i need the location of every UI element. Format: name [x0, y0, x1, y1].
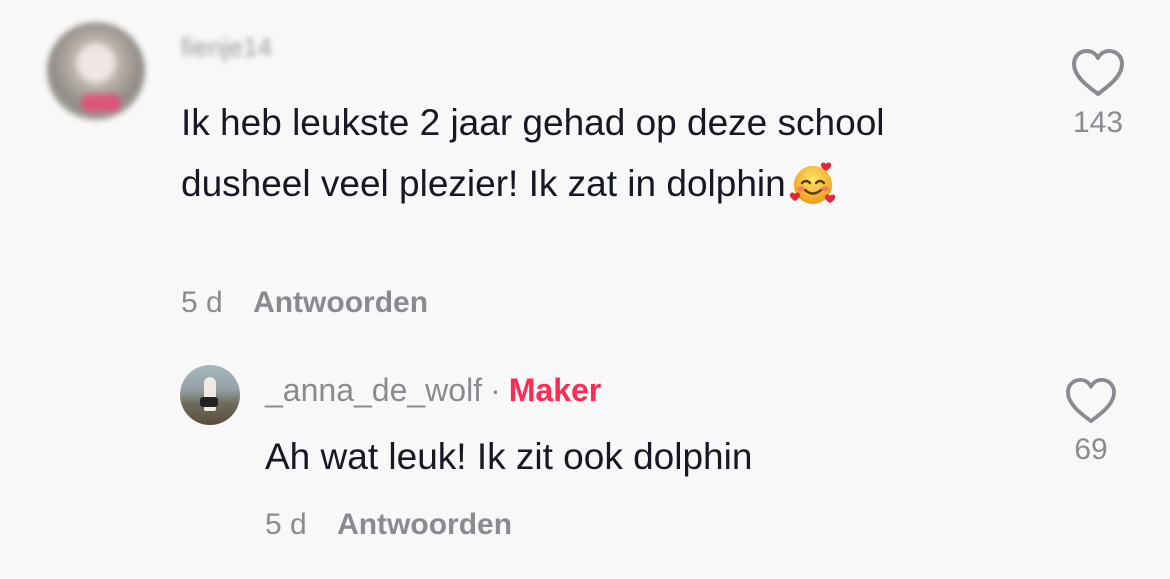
- reply-text: Ah wat leuk! Ik zit ook dolphin: [265, 436, 753, 477]
- comment-body: Ik heb leukste 2 jaar gehad op deze scho…: [181, 92, 941, 214]
- comment-meta: 5 d Antwoorden: [181, 286, 428, 320]
- avatar-detail: [81, 94, 121, 112]
- reply-time: 5 d: [265, 508, 307, 541]
- separator: ·: [490, 372, 501, 408]
- reply-meta: 5 d Antwoorden: [265, 508, 512, 542]
- heart-icon: [1072, 49, 1124, 96]
- avatar-detail: [200, 397, 218, 407]
- comment-time: 5 d: [181, 286, 223, 319]
- heart-icon: [1066, 377, 1116, 424]
- smiling-face-with-hearts-icon: [789, 162, 835, 204]
- comment-thread: fienje14 Ik heb leukste 2 jaar gehad op …: [0, 0, 1170, 579]
- reply-button[interactable]: Antwoorden: [253, 286, 428, 319]
- reply-avatar[interactable]: [180, 365, 240, 425]
- reply-like-count: 69: [1074, 433, 1108, 466]
- like-count: 143: [1072, 106, 1124, 139]
- comment-username[interactable]: fienje14: [181, 32, 272, 63]
- reply-header: _anna_de_wolf · Maker: [265, 372, 601, 409]
- reply-username[interactable]: _anna_de_wolf: [265, 372, 482, 408]
- like-button[interactable]: 143: [1064, 48, 1132, 140]
- comment-text: Ik heb leukste 2 jaar gehad op deze scho…: [181, 102, 885, 204]
- reply-reply-button[interactable]: Antwoorden: [337, 508, 512, 541]
- avatar[interactable]: [47, 22, 145, 120]
- maker-badge: Maker: [508, 372, 602, 408]
- reply-like-button[interactable]: 69: [1058, 377, 1124, 467]
